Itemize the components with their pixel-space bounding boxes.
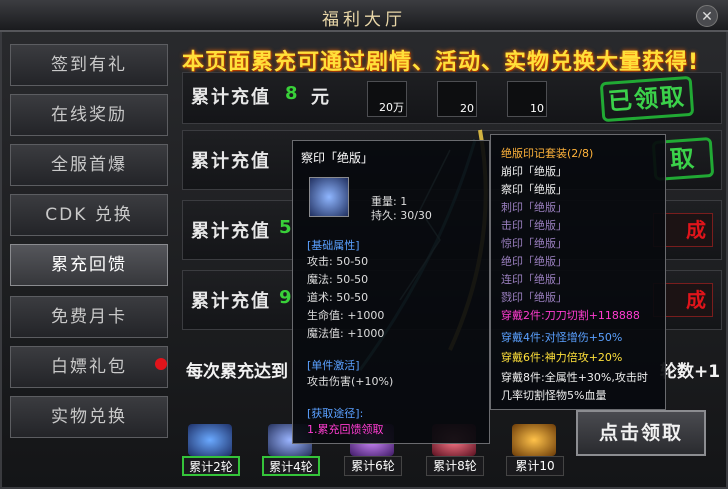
activate-line: 攻击伤害(+10%) [307,375,394,388]
set-bonus-4: 穿戴4件:对怪增伤+50% [501,331,623,344]
reward-slot[interactable]: 20万 [367,81,407,117]
set-piece: 惊印「绝版」 [501,237,567,250]
item-tooltip: 察印「绝版」 重量: 1 持久: 30/30 [基础属性] 攻击: 50-50 … [292,140,490,444]
stat-line: 攻击: 50-50 [307,255,369,268]
set-piece: 刺印「绝版」 [501,201,567,214]
row-label: 累计充值 [191,221,271,242]
reward-item-icon [512,424,556,456]
round-label: 累计6轮 [344,456,402,476]
row-amount: 8 [285,83,298,104]
set-bonus-2: 穿戴2件:刀刀切割+118888 [501,309,640,322]
set-piece: 连印「绝版」 [501,273,567,286]
sidebar: 签到有礼 在线奖励 全服首爆 CDK 兑换 累充回馈 免费月卡 白嫖礼包 实物兑… [6,38,174,486]
reward-slot[interactable]: 10 [507,81,547,117]
set-piece: 绝印「绝版」 [501,255,567,268]
set-piece: 戮印「绝版」 [501,291,567,304]
row-label: 累计充值 [191,87,271,108]
round-reward[interactable]: 累计10 [506,424,564,476]
claim-button[interactable]: 点击领取 [576,410,706,456]
set-bonus-8-line1: 穿戴8件:全属性+30%,攻击时 [501,371,648,384]
item-durability: 持久: 30/30 [371,209,432,222]
sidebar-item-signin[interactable]: 签到有礼 [10,44,168,86]
close-icon[interactable]: ✕ [696,5,718,27]
set-piece: 察印「绝版」 [501,183,567,196]
set-title: 绝版印记套装(2/8) [501,147,594,160]
sidebar-item-online-reward[interactable]: 在线奖励 [10,94,168,136]
slot-qty: 20 [460,102,474,115]
round-bonus-text: 每次累充达到 [186,362,288,382]
window-title: 福利大厅 [322,10,406,30]
sidebar-item-monthly-card[interactable]: 免费月卡 [10,296,168,338]
set-piece: 崩印「绝版」 [501,165,567,178]
stat-line: 道术: 50-50 [307,291,369,304]
set-tooltip: 绝版印记套装(2/8) 崩印「绝版」 察印「绝版」 刺印「绝版」 击印「绝版」 … [490,134,666,410]
stat-line: 魔法: 50-50 [307,273,369,286]
set-piece: 击印「绝版」 [501,219,567,232]
slot-qty: 20万 [379,101,404,114]
round-label: 累计10 [506,456,564,476]
sidebar-item-physical-exchange[interactable]: 实物兑换 [10,396,168,438]
sidebar-item-cdk[interactable]: CDK 兑换 [10,194,168,236]
row-unit: 元 [311,87,329,108]
set-bonus-8-line2: 几率切割怪物5%血量 [501,389,607,402]
set-bonus-6: 穿戴6件:神力倍攻+20% [501,351,623,364]
notification-dot [155,358,167,370]
row-amount: 5 [279,217,292,238]
section-basic: [基础属性] [307,239,360,252]
claimed-stamp: 已领取 [599,75,695,123]
round-label: 累计2轮 [182,456,240,476]
round-bonus-suffix: 轮数+1 [660,362,721,382]
round-label: 累计8轮 [426,456,484,476]
row-amount: 9 [279,287,292,308]
reward-item-icon [188,424,232,456]
sidebar-item-free-pack[interactable]: 白嫖礼包 [10,346,168,388]
item-name: 察印「绝版」 [301,151,374,165]
row-label: 累计充值 [191,151,271,172]
round-reward[interactable]: 累计2轮 [182,424,240,476]
round-label: 累计4轮 [262,456,320,476]
section-activate: [单件激活] [307,359,360,372]
stat-line: 魔法值: +1000 [307,327,385,340]
recharge-row: 累计充值 8 元 20万 20 10 已领取 [182,72,722,124]
slot-qty: 10 [530,102,544,115]
sidebar-item-server-first[interactable]: 全服首爆 [10,144,168,186]
stat-line: 生命值: +1000 [307,309,385,322]
title-bar: 福利大厅 ✕ [0,0,728,32]
source-line: 1.累充回馈领取 [307,423,384,436]
row-label: 累计充值 [191,291,271,312]
reward-slot[interactable]: 20 [437,81,477,117]
sidebar-item-recharge-reward[interactable]: 累充回馈 [10,244,168,286]
section-source: [获取途径]: [307,407,364,420]
seal-icon [309,177,349,217]
